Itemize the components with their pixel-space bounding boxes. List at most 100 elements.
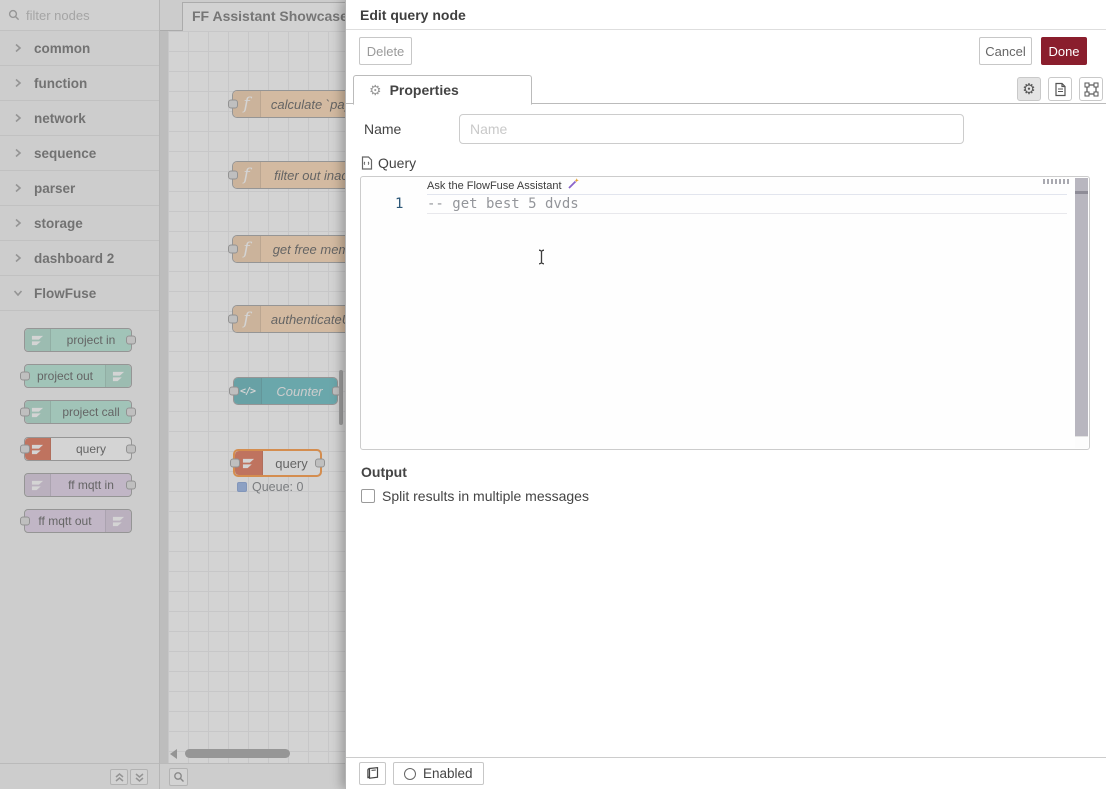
palette-category-dashboard-2[interactable]: dashboard 2 [0,241,159,276]
split-results-checkbox[interactable] [361,489,375,503]
palette-node-query[interactable]: query [24,437,132,461]
assistant-hint-line[interactable]: Ask the FlowFuse Assistant [427,178,1067,195]
dialog-title: Edit query node [346,0,1106,30]
palette-category-flowfuse[interactable]: FlowFuse [0,276,159,311]
flow-node-query[interactable]: query [233,449,322,477]
zoom-search-button[interactable] [169,768,188,786]
split-results-label: Split results in multiple messages [382,488,589,504]
output-port[interactable] [126,481,136,490]
node-red-app: common function network sequence parser stora… [0,0,1106,789]
flowfuse-icon [105,510,131,532]
dialog-body: Name Query 1 Ask the FlowFuse Assistant [346,104,1106,757]
palette-category-common[interactable]: common [0,31,159,66]
palette-footer [0,763,159,789]
tab-properties[interactable]: ⚙ Properties [353,75,532,105]
node-label: ff mqtt in [51,474,131,496]
canvas-vscrollbar[interactable] [339,370,343,425]
editor-content[interactable]: Ask the FlowFuse Assistant -- get best 5… [427,178,1067,214]
cancel-button[interactable]: Cancel [979,37,1032,65]
input-port[interactable] [20,445,30,454]
palette-node-ff-mqtt-in[interactable]: ff mqtt in [24,473,132,497]
output-port[interactable] [126,408,136,417]
palette-node-project-call[interactable]: project call [24,400,132,424]
split-results-option[interactable]: Split results in multiple messages [361,488,589,504]
editor-scrollbar-thumb[interactable] [1075,191,1088,194]
input-port[interactable] [229,387,239,396]
collapse-categories-button[interactable] [110,769,128,785]
expand-categories-button[interactable] [130,769,148,785]
query-code-editor[interactable]: 1 Ask the FlowFuse Assistant -- get best… [360,176,1090,450]
tab-properties-label: Properties [390,82,459,98]
input-port[interactable] [228,315,238,324]
output-port[interactable] [126,445,136,454]
input-port[interactable] [20,517,30,526]
wand-icon[interactable] [567,177,580,195]
palette-node-project-in[interactable]: project in [24,328,132,352]
document-icon [1054,82,1067,97]
input-port[interactable] [20,408,30,417]
query-label: Query [378,155,416,171]
hscrollbar-thumb[interactable] [185,749,290,758]
chevron-right-icon [13,78,23,88]
palette-category-label: dashboard 2 [34,251,114,266]
node-label: authenticateU [261,306,345,332]
node-settings-button[interactable]: ⚙ [1017,77,1041,101]
palette-canvas-divider [160,31,168,763]
enabled-toggle-button[interactable]: Enabled [393,762,484,785]
editor-scrollbar[interactable] [1075,178,1088,436]
delete-button[interactable]: Delete [359,37,412,65]
flowfuse-icon [105,365,131,387]
flow-canvas[interactable]: FF Assistant Showcase fcalculate `pay ffi… [160,0,345,789]
gear-icon: ⚙ [369,83,382,97]
palette-node-project-out[interactable]: project out [24,364,132,388]
input-port[interactable] [228,171,238,180]
canvas-hscrollbar[interactable] [168,749,345,759]
editor-line-number: 1 [395,196,403,212]
node-description-button[interactable] [1048,77,1072,101]
scroll-left-arrow-icon[interactable] [170,749,177,759]
chevron-right-icon [13,148,23,158]
palette-category-label: common [34,41,90,56]
docs-button[interactable] [359,762,386,785]
input-port[interactable] [230,459,240,468]
node-label: query [51,438,131,460]
flow-node-counter[interactable]: </>Counter [233,377,338,405]
output-port[interactable] [315,459,325,468]
query-doc-icon [361,156,373,170]
palette-category-label: sequence [34,146,96,161]
workspace-tab[interactable]: FF Assistant Showcase [182,2,345,31]
palette-category-label: network [34,111,86,126]
node-status-text: Queue: 0 [252,480,303,494]
name-input[interactable] [459,114,964,144]
node-label: project out [25,365,105,387]
status-dot-icon [237,482,247,492]
palette-category-label: storage [34,216,83,231]
flowfuse-icon [25,474,51,496]
input-port[interactable] [228,245,238,254]
input-port[interactable] [20,372,30,381]
flow-node-get-free-mem[interactable]: fget free mem [232,235,345,263]
editor-code-line[interactable]: -- get best 5 dvds [427,195,1067,214]
palette-category-storage[interactable]: storage [0,206,159,241]
flow-node-filter-out-inac[interactable]: ffilter out inac [232,161,345,189]
flow-node-authenticateu[interactable]: fauthenticateU [232,305,345,333]
chevron-right-icon [13,43,23,53]
appearance-box-icon [1084,82,1099,97]
palette-search-input[interactable] [26,8,141,23]
palette-category-parser[interactable]: parser [0,171,159,206]
flow-node-calculate-pay[interactable]: fcalculate `pay [232,90,345,118]
editor-scrollbar-corner [1075,436,1088,448]
palette-category-sequence[interactable]: sequence [0,136,159,171]
dialog-footer: Enabled [346,757,1106,789]
output-port[interactable] [126,336,136,345]
palette-category-function[interactable]: function [0,66,159,101]
input-port[interactable] [228,100,238,109]
node-appearance-button[interactable] [1079,77,1103,101]
book-icon [366,767,380,780]
chevron-down-icon [13,288,23,298]
done-button[interactable]: Done [1041,37,1087,65]
palette-category-network[interactable]: network [0,101,159,136]
chevron-right-icon [13,218,23,228]
palette-node-ff-mqtt-out[interactable]: ff mqtt out [24,509,132,533]
assistant-hint-text[interactable]: Ask the FlowFuse Assistant [427,180,562,192]
